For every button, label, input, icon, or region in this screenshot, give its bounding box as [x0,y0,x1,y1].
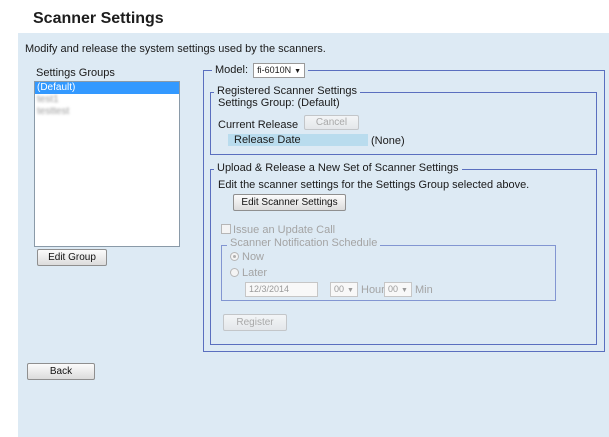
date-input[interactable]: 12/3/2014 [245,282,318,297]
issue-update-checkbox[interactable] [221,224,231,234]
edit-group-button[interactable]: Edit Group [37,249,107,266]
model-label: Model: [215,64,249,76]
model-select[interactable]: fi-6010N ▼ [253,63,306,78]
upload-description: Edit the scanner settings for the Settin… [218,179,530,191]
cancel-button[interactable]: Cancel [304,115,359,130]
chevron-down-icon: ▼ [347,287,354,294]
issue-update-row[interactable]: Issue an Update Call [221,224,335,236]
hour-select-value: 00 [334,284,345,294]
settings-groups-label: Settings Groups [36,67,115,79]
settings-group-text: Settings Group: (Default) [218,97,340,109]
settings-group-item[interactable]: (Default) [35,82,179,94]
model-legend: Model: fi-6010N ▼ [212,63,309,78]
back-button[interactable]: Back [27,363,95,380]
release-date-value: (None) [371,135,405,147]
upload-release-legend: Upload & Release a New Set of Scanner Se… [214,162,462,175]
settings-group-item-label: testtest [37,106,70,117]
now-radio-row[interactable]: Now [230,251,264,263]
current-release-label: Current Release [218,119,299,131]
later-radio[interactable] [230,268,239,277]
min-select-value: 00 [388,284,399,294]
hour-select[interactable]: 00 ▼ [330,282,358,297]
edit-scanner-settings-button[interactable]: Edit Scanner Settings [233,194,346,211]
min-label: Min [415,284,433,296]
settings-group-item[interactable]: test1 [35,94,179,106]
settings-group-item[interactable]: testtest [35,106,179,118]
hour-label: Hour [361,284,385,296]
chevron-down-icon: ▼ [294,68,302,75]
later-radio-row[interactable]: Later [230,267,267,279]
notification-schedule-legend: Scanner Notification Schedule [227,237,381,250]
model-select-value: fi-6010N [257,65,292,75]
min-select[interactable]: 00 ▼ [384,282,412,297]
register-button[interactable]: Register [223,314,287,331]
settings-groups-list[interactable]: (Default) test1 testtest [34,81,180,247]
release-date-label: Release Date [234,134,301,146]
settings-group-item-label: test1 [37,94,59,105]
title-bar: Scanner Settings [18,6,609,33]
page-panel: Scanner Settings Modify and release the … [18,6,609,437]
later-label: Later [242,267,268,279]
page-title: Scanner Settings [33,10,164,27]
now-label: Now [242,251,265,263]
chevron-down-icon: ▼ [401,287,408,294]
issue-update-label: Issue an Update Call [233,224,336,236]
now-radio[interactable] [230,252,239,261]
page-description: Modify and release the system settings u… [25,43,326,55]
